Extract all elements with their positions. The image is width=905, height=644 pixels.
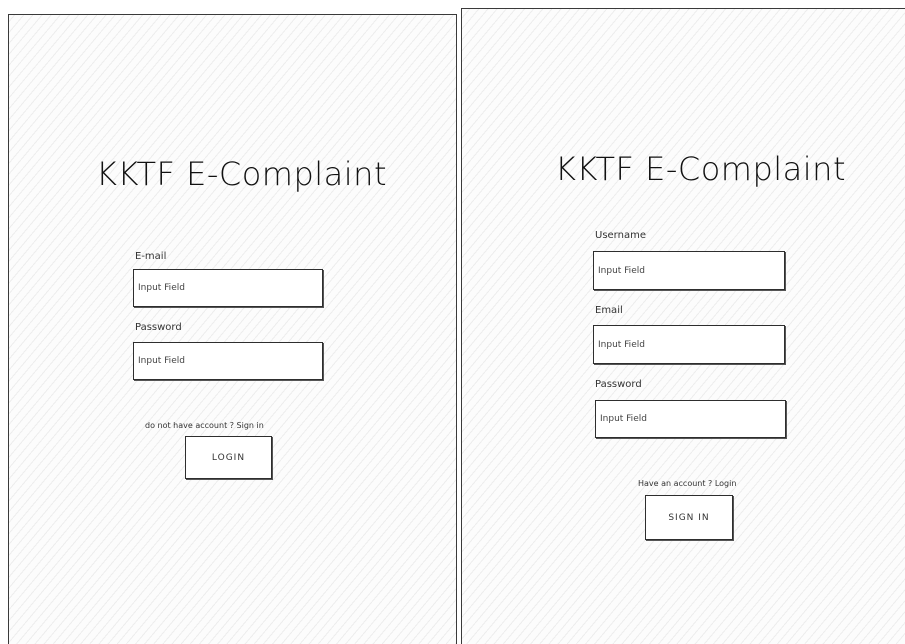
password-field[interactable]: Input Field (133, 342, 323, 380)
login-screen: KKTF E-Complaint E-mail Input Field Pass… (8, 14, 457, 644)
password-label: Password (135, 322, 182, 333)
signin-button[interactable]: SIGN IN (645, 495, 733, 540)
email-field[interactable]: Input Field (593, 325, 785, 364)
password-label: Password (595, 379, 642, 390)
signup-link[interactable]: do not have account ? Sign in (145, 421, 264, 430)
email-label: E-mail (135, 251, 167, 262)
email-label: Email (595, 305, 623, 316)
app-title: KKTF E-Complaint (96, 155, 387, 193)
signup-screen: KKTF E-Complaint Username Input Field Em… (461, 8, 905, 644)
login-button[interactable]: LOGIN (185, 436, 272, 479)
password-field[interactable]: Input Field (595, 400, 786, 438)
app-title: KKTF E-Complaint (555, 150, 846, 188)
login-link[interactable]: Have an account ? Login (638, 479, 736, 488)
username-label: Username (595, 230, 646, 241)
email-field[interactable]: Input Field (133, 269, 323, 307)
username-field[interactable]: Input Field (593, 251, 785, 290)
wireframe-canvas: KKTF E-Complaint E-mail Input Field Pass… (0, 0, 905, 644)
